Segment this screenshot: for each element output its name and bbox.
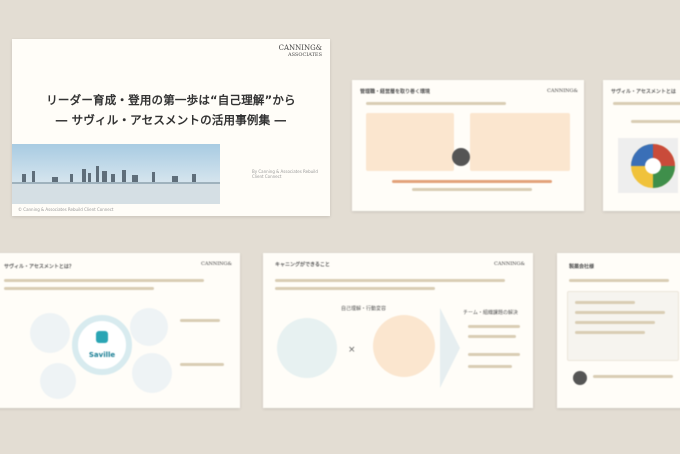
slide-footer: © Canning & Associates Rebuild Client Co…	[18, 207, 114, 212]
brand-line2: ASSOCIATES	[287, 52, 322, 58]
right-panel	[470, 113, 570, 171]
cross-symbol: ×	[348, 345, 356, 355]
brand-logo: CANNING&	[547, 88, 578, 94]
slide-title: 管理職・経営層を取り巻く環境	[360, 89, 431, 95]
saville-s-icon	[96, 331, 108, 343]
saville-logo-circle: Saville	[72, 315, 132, 375]
city-skyline-image	[12, 144, 220, 204]
skyline-graphic	[12, 166, 220, 204]
slide-thumbnail-environment[interactable]: 管理職・経営層を取り巻く環境 CANNING&	[352, 80, 584, 211]
right-heading: チーム・組織課題の解決	[463, 310, 518, 316]
brand-logo: CANNING&	[494, 261, 525, 267]
brand-line1: CANNING&	[278, 44, 322, 52]
slide-title-line2: ― サヴィル・アセスメントの活用事例集 ―	[55, 113, 287, 127]
brand-logo: CANNING&	[201, 261, 232, 267]
slide-thumbnail-saville-overview[interactable]: サヴィル・アセスメントとは	[603, 80, 680, 211]
saville-logo-text: Saville	[88, 351, 116, 359]
person-icon	[452, 148, 470, 166]
team-illustration	[373, 315, 435, 377]
slide-thumbnail-saville-intro[interactable]: サヴィル・アセスメントとは？ CANNING& Saville	[0, 253, 240, 408]
slide-thumbnail-pharma-case[interactable]: 製薬会社様	[557, 253, 680, 408]
brand-logo: CANNING& ASSOCIATES	[279, 45, 322, 59]
center-heading: 自己理解・行動変容	[341, 306, 387, 312]
wheel-chart-graphic	[618, 138, 678, 193]
slide-thumbnail-title[interactable]: CANNING& ASSOCIATES リーダー育成・登用の第一歩は“自己理解”…	[12, 39, 330, 216]
arrow-icon	[440, 308, 460, 388]
slide-title: 製薬会社様	[569, 264, 595, 270]
slide-title-line1: リーダー育成・登用の第一歩は“自己理解”から	[46, 93, 296, 107]
slide-subcaption: By Canning & Associates Rebuild Client C…	[252, 169, 318, 179]
slide-title: サヴィル・アセスメントとは	[611, 89, 676, 95]
left-panel	[366, 113, 454, 171]
slide-title: キャニングができること	[275, 262, 330, 268]
person-icon	[573, 371, 587, 385]
slide-title: サヴィル・アセスメントとは？	[4, 264, 74, 270]
slide-thumbnail-canning-services[interactable]: キャニングができること CANNING& 自己理解・行動変容 チーム・組織課題の…	[263, 253, 533, 408]
report-illustration	[277, 318, 337, 378]
